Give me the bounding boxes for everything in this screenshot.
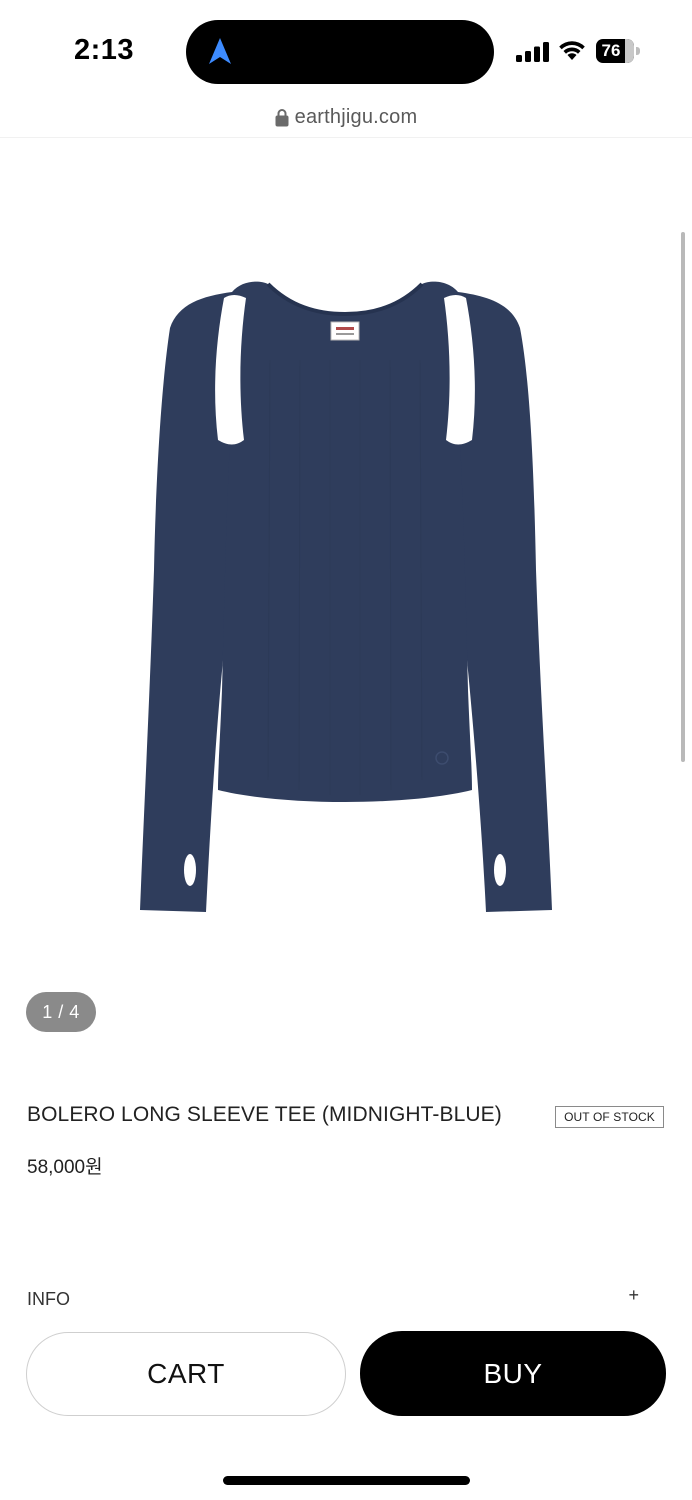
product-image[interactable] [120, 270, 570, 930]
wifi-icon [559, 41, 585, 60]
url-text: earthjigu.com [294, 106, 418, 128]
status-bar: 2:13 76 [0, 0, 692, 100]
product-price: 58,000원 [27, 1157, 103, 1178]
battery-level: 76 [601, 41, 621, 60]
home-indicator[interactable] [223, 1476, 470, 1485]
battery-body: 76 [596, 39, 634, 63]
battery-empty-portion [625, 39, 634, 63]
stock-badge: OUT OF STOCK [555, 1106, 664, 1128]
bottom-action-bar: CART BUY [0, 1314, 692, 1500]
expand-plus-icon[interactable]: + [628, 1285, 639, 1306]
product-title: BOLERO LONG SLEEVE TEE (MIDNIGHT-BLUE) [27, 1103, 502, 1126]
battery-cap [636, 47, 640, 55]
info-label: INFO [27, 1289, 70, 1309]
battery-icon: 76 [596, 39, 640, 63]
buy-button[interactable]: BUY [360, 1331, 666, 1416]
cart-button[interactable]: CART [26, 1332, 346, 1416]
image-counter: 1 / 4 [26, 992, 96, 1032]
page-scrollbar[interactable] [681, 232, 685, 762]
url-bar[interactable]: earthjigu.com [0, 100, 692, 138]
product-page: 2:13 76 earthjigu.com 1 / 4 BOLERO LONG … [0, 0, 692, 1500]
status-time: 2:13 [74, 34, 135, 66]
info-accordion[interactable]: INFO + [27, 1285, 643, 1313]
url-display[interactable]: earthjigu.com [0, 106, 692, 129]
cellular-signal-icon [516, 42, 549, 62]
lock-icon [275, 109, 289, 127]
location-arrow-icon [209, 38, 231, 64]
